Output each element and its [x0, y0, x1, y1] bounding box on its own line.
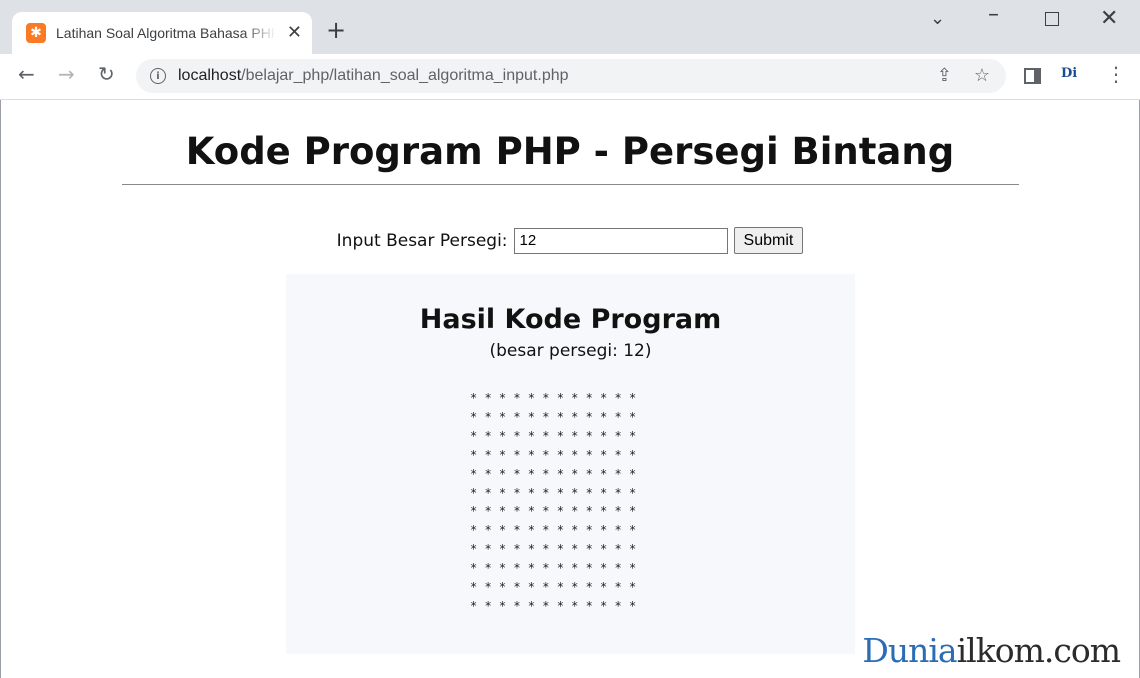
url-path: /belajar_php/latihan_soal_algoritma_inpu…	[241, 67, 569, 84]
close-window-icon[interactable]: ✕	[1100, 6, 1118, 31]
tab-bar: ✱ Latihan Soal Algoritma Bahasa PHP ✕ + …	[0, 0, 1140, 54]
result-subtitle: (besar persegi: 12)	[489, 341, 652, 361]
star-icon[interactable]: ☆	[974, 65, 990, 86]
url-text[interactable]: localhost/belajar_php/latihan_soal_algor…	[178, 67, 569, 85]
result-panel: Hasil Kode Program (besar persegi: 12) *…	[286, 274, 855, 654]
reload-icon[interactable]: ↻	[98, 64, 115, 84]
result-title: Hasil Kode Program	[419, 304, 722, 335]
page-content: Kode Program PHP - Persegi Bintang Input…	[0, 100, 1140, 678]
duniailkom-watermark-logo: Duniailkom.com	[862, 631, 1121, 670]
submit-button[interactable]: Submit	[733, 227, 804, 254]
watermark-part-2: ilkom.com	[956, 631, 1121, 670]
chevron-down-icon[interactable]: ⌄	[930, 8, 945, 29]
watermark-part-1: Dunia	[862, 631, 957, 670]
browser-toolbar: ← → ↻ i localhost/belajar_php/latihan_so…	[0, 54, 1140, 100]
maximize-icon[interactable]	[1045, 12, 1059, 26]
share-icon[interactable]: ⇪	[937, 65, 952, 86]
size-label: Input Besar Persegi:	[336, 230, 508, 251]
back-arrow-icon[interactable]: ←	[18, 64, 35, 84]
kebab-menu-icon[interactable]: ⋮	[1106, 64, 1126, 84]
tab-close-icon[interactable]: ✕	[287, 24, 302, 42]
size-form: Input Besar Persegi: Submit	[0, 227, 1140, 254]
xampp-favicon-icon: ✱	[26, 23, 46, 43]
size-input[interactable]	[513, 227, 728, 254]
forward-arrow-icon[interactable]: →	[58, 64, 75, 84]
star-square-output: * * * * * * * * * * * * * * * * * * * * …	[470, 391, 637, 613]
tab-title: Latihan Soal Algoritma Bahasa PHP	[56, 25, 276, 41]
info-icon[interactable]: i	[150, 68, 166, 84]
address-bar[interactable]: i localhost/belajar_php/latihan_soal_alg…	[136, 59, 1006, 93]
page-title: Kode Program PHP - Persegi Bintang	[185, 130, 955, 173]
url-host: localhost	[178, 67, 242, 84]
horizontal-rule	[122, 184, 1019, 185]
sidepanel-icon[interactable]	[1024, 68, 1041, 84]
browser-tab[interactable]: ✱ Latihan Soal Algoritma Bahasa PHP ✕	[12, 12, 312, 54]
new-tab-plus-icon[interactable]: +	[326, 18, 346, 42]
extension-icon[interactable]: Di	[1061, 66, 1077, 81]
minimize-icon[interactable]: –	[988, 2, 999, 27]
